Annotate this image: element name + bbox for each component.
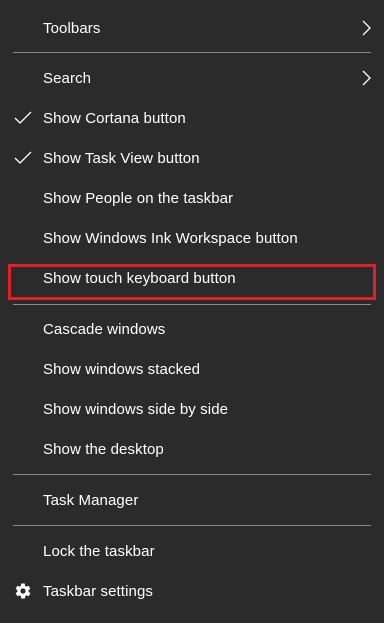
menu-item-label: Cascade windows <box>43 320 166 338</box>
chevron-right-icon <box>362 70 371 86</box>
menu-item-label: Lock the taskbar <box>43 542 155 560</box>
menu-item-cascade-windows[interactable]: Cascade windows <box>0 309 384 349</box>
menu-item-label: Show Cortana button <box>43 109 186 127</box>
menu-item-label: Search <box>43 69 92 87</box>
menu-item-toolbars[interactable]: Toolbars <box>0 8 384 48</box>
menu-item-show-windows-side-by-side[interactable]: Show windows side by side <box>0 389 384 429</box>
checkmark-icon <box>14 111 32 124</box>
menu-item-show-windows-stacked[interactable]: Show windows stacked <box>0 349 384 389</box>
menu-item-show-people[interactable]: Show People on the taskbar <box>0 178 384 218</box>
menu-item-show-the-desktop[interactable]: Show the desktop <box>0 429 384 469</box>
menu-separator <box>13 304 371 305</box>
gear-icon <box>15 583 31 599</box>
menu-item-label: Show Task View button <box>43 149 200 167</box>
menu-item-show-cortana-button[interactable]: Show Cortana button <box>0 98 384 138</box>
menu-item-label: Show Windows Ink Workspace button <box>43 229 298 247</box>
menu-item-taskbar-settings[interactable]: Taskbar settings <box>0 571 384 611</box>
menu-item-search[interactable]: Search <box>0 58 384 98</box>
chevron-right-icon <box>362 20 371 36</box>
menu-item-label: Show windows stacked <box>43 360 201 378</box>
menu-item-show-task-view-button[interactable]: Show Task View button <box>0 138 384 178</box>
menu-item-task-manager[interactable]: Task Manager <box>0 480 384 520</box>
menu-item-label: Taskbar settings <box>43 582 153 600</box>
menu-item-label: Toolbars <box>43 19 101 37</box>
menu-item-lock-the-taskbar[interactable]: Lock the taskbar <box>0 531 384 571</box>
menu-item-label: Show windows side by side <box>43 400 229 418</box>
menu-separator <box>13 474 371 475</box>
menu-separator <box>13 52 371 53</box>
menu-item-label: Show the desktop <box>43 440 164 458</box>
menu-item-label: Show People on the taskbar <box>43 189 234 207</box>
menu-separator <box>13 525 371 526</box>
taskbar-context-menu: Toolbars Search Show Cortana button Show… <box>0 0 384 623</box>
menu-item-show-windows-ink-workspace[interactable]: Show Windows Ink Workspace button <box>0 218 384 258</box>
checkmark-icon <box>14 151 32 164</box>
menu-item-label: Task Manager <box>43 491 139 509</box>
red-outline-highlight <box>8 264 376 300</box>
